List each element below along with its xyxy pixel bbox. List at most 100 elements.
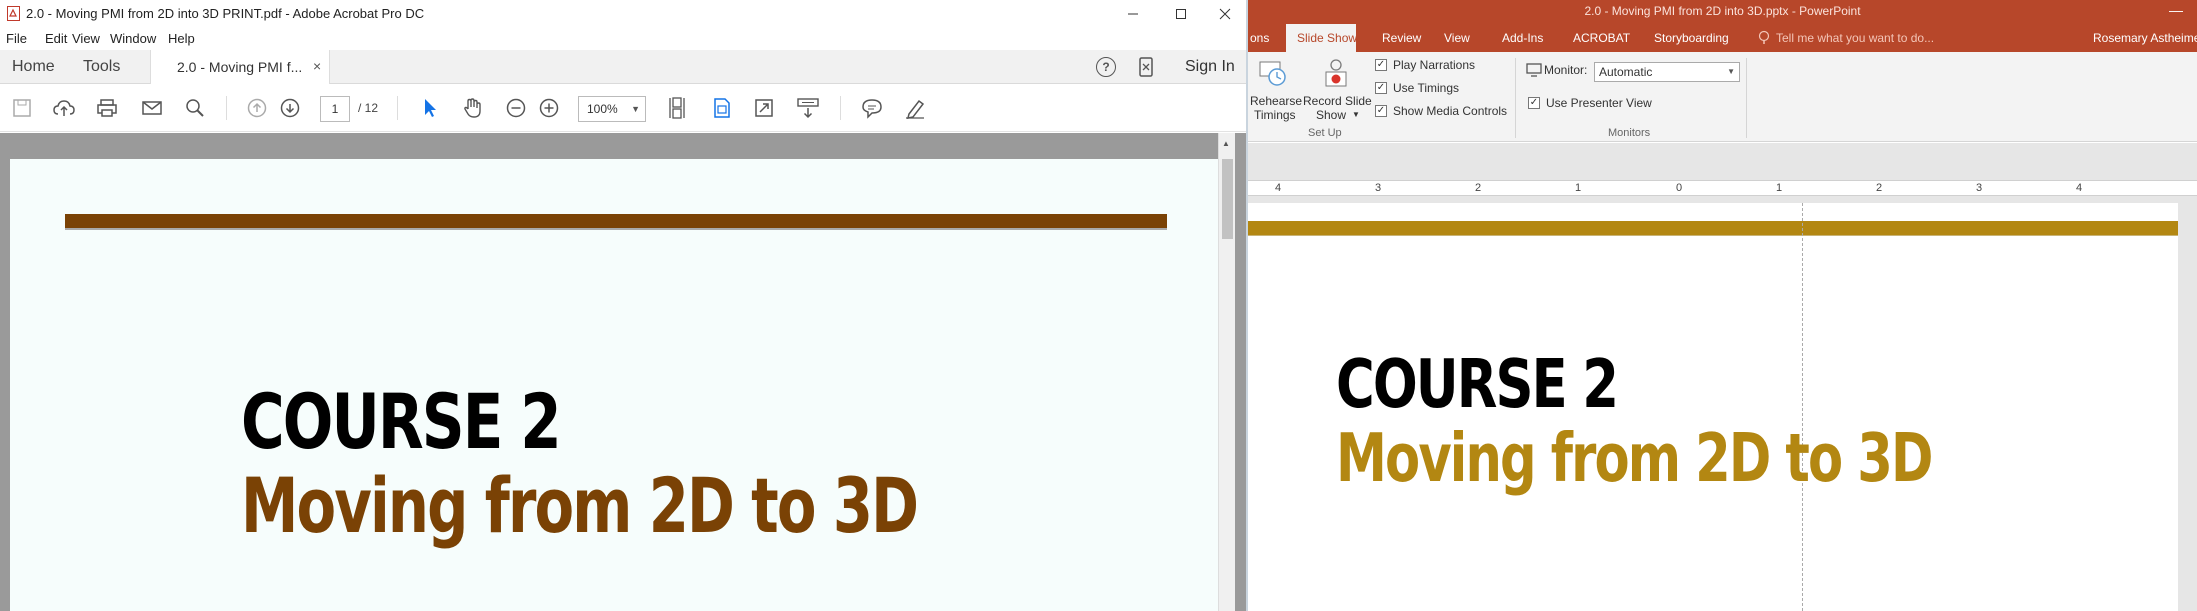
vertical-scrollbar[interactable]: ▲	[1218, 133, 1235, 611]
acrobat-toolbar: 1 / 12 100% ▼	[0, 84, 1248, 132]
tab-document[interactable]: 2.0 - Moving PMI f... ×	[150, 50, 330, 84]
select-tool-button[interactable]	[418, 96, 442, 120]
ribbon-group-divider	[1515, 58, 1516, 138]
setup-group-label: Set Up	[1308, 127, 1342, 139]
tab-tools[interactable]: Tools	[83, 58, 120, 76]
cloud-upload-icon	[53, 100, 75, 116]
slide-scrollbar[interactable]	[2178, 203, 2197, 611]
record-label-1: Record Slide	[1303, 94, 1372, 108]
slide-subtitle: Moving from 2D to 3D	[241, 461, 919, 551]
tab-home[interactable]: Home	[12, 58, 55, 76]
ribbon-group-divider	[1746, 58, 1747, 138]
arrow-down-circle-icon	[280, 98, 300, 118]
single-page-button[interactable]	[710, 96, 734, 120]
tab-review[interactable]: Review	[1382, 31, 1421, 45]
lightbulb-icon	[1758, 30, 1770, 44]
chevron-down-icon: ▼	[1727, 67, 1735, 76]
menu-window[interactable]: Window	[110, 31, 156, 46]
rehearse-label-2: Timings	[1254, 108, 1296, 122]
close-tab-icon[interactable]: ×	[313, 58, 321, 74]
show-media-controls-checkbox[interactable]: ✓	[1375, 105, 1387, 117]
scroll-tool-button[interactable]	[796, 96, 820, 120]
mobile-link-icon[interactable]	[1137, 57, 1155, 77]
keyboard-scroll-icon	[797, 98, 819, 119]
pdf-page: COURSE 2 Moving from 2D to 3D	[10, 159, 1220, 611]
monitor-select[interactable]: Automatic ▼	[1594, 62, 1740, 82]
play-narrations-label: Play Narrations	[1393, 58, 1476, 72]
search-button[interactable]	[183, 96, 207, 120]
zoom-out-button[interactable]	[504, 96, 528, 120]
slide-title-bar	[65, 214, 1167, 228]
ruler-tick-label: 1	[1575, 182, 1582, 194]
pdf-app-icon	[7, 6, 20, 21]
slide-canvas[interactable]: COURSE 2 Moving from 2D to 3D	[1248, 203, 2178, 611]
ruler-tick-label: 3	[1375, 182, 1382, 194]
tab-animations-partial[interactable]: ons	[1250, 31, 1269, 45]
slide-center-guide	[1802, 203, 1803, 611]
slide-title-bar-shadow	[65, 228, 1167, 230]
ruler-tick-label: 2	[1475, 182, 1482, 194]
menu-view[interactable]: View	[72, 31, 100, 46]
menu-edit[interactable]: Edit	[45, 31, 67, 46]
zoom-in-button[interactable]	[537, 96, 561, 120]
zoom-level-select[interactable]: 100% ▼	[578, 96, 646, 122]
full-screen-button[interactable]	[752, 96, 776, 120]
sign-in-link[interactable]: Sign In	[1185, 58, 1235, 76]
plus-circle-icon	[539, 98, 559, 118]
save-button[interactable]	[10, 96, 34, 120]
slide-course-heading[interactable]: COURSE 2	[1336, 345, 1619, 423]
show-media-controls-label: Show Media Controls	[1393, 104, 1508, 118]
tab-slide-show[interactable]: Slide Show	[1286, 24, 1357, 52]
highlight-button[interactable]	[903, 96, 927, 120]
document-tab-label: 2.0 - Moving PMI f...	[177, 59, 303, 75]
hand-tool-button[interactable]	[460, 96, 484, 120]
slide-show-ribbon: Rehearse Timings Record Slide Show ▼ ✓ P…	[1248, 52, 2197, 142]
minimize-button[interactable]	[1110, 0, 1156, 28]
help-icon[interactable]: ?	[1096, 57, 1116, 77]
cursor-arrow-icon	[425, 99, 436, 117]
comment-button[interactable]	[860, 96, 884, 120]
record-icon	[1325, 59, 1347, 87]
ruler-tick-label: 4	[2076, 182, 2083, 194]
page-total: / 12	[358, 101, 379, 115]
menu-file[interactable]: File	[6, 31, 27, 46]
arrow-up-circle-icon	[247, 98, 267, 118]
ruler-tick-label: 0	[1676, 182, 1683, 194]
use-presenter-view-checkbox[interactable]: ✓	[1528, 97, 1540, 109]
tab-storyboarding[interactable]: Storyboarding	[1654, 31, 1729, 45]
email-button[interactable]	[140, 96, 164, 120]
acrobat-tab-bar: Home Tools 2.0 - Moving PMI f... × ? Sig…	[0, 50, 1248, 84]
record-slide-show-button[interactable]	[1320, 56, 1352, 90]
scroll-up-icon[interactable]: ▲	[1222, 139, 1230, 148]
minimize-icon[interactable]: —	[2169, 2, 2183, 18]
next-page-button[interactable]	[278, 96, 302, 120]
slide-subtitle[interactable]: Moving from 2D to 3D	[1336, 419, 1933, 497]
page-number-input[interactable]: 1	[320, 96, 350, 122]
use-timings-checkbox[interactable]: ✓	[1375, 82, 1387, 94]
monitors-group-label: Monitors	[1608, 127, 1651, 139]
document-viewport[interactable]: COURSE 2 Moving from 2D to 3D	[0, 133, 1248, 611]
powerpoint-window-title: 2.0 - Moving PMI from 2D into 3D.pptx - …	[1584, 4, 1861, 18]
expand-icon	[755, 99, 773, 117]
ruler-tick-label: 1	[1776, 182, 1783, 194]
monitor-label: Monitor:	[1544, 63, 1588, 77]
close-window-button[interactable]	[1202, 0, 1248, 28]
tab-acrobat[interactable]: ACROBAT	[1573, 31, 1630, 45]
rehearse-timings-button[interactable]	[1258, 58, 1288, 88]
record-dropdown-icon[interactable]: ▼	[1352, 110, 1360, 119]
slide-course-heading: COURSE 2	[241, 377, 562, 467]
tab-view[interactable]: View	[1444, 31, 1470, 45]
maximize-button[interactable]	[1158, 0, 1204, 28]
previous-page-button[interactable]	[245, 96, 269, 120]
play-narrations-checkbox[interactable]: ✓	[1375, 59, 1387, 71]
powerpoint-window: 2.0 - Moving PMI from 2D into 3D.pptx - …	[1248, 0, 2197, 611]
tell-me-search[interactable]: Tell me what you want to do...	[1776, 31, 1934, 45]
user-name[interactable]: Rosemary Astheimer	[2093, 31, 2197, 45]
ruler-tick-label: 2	[1876, 182, 1883, 194]
menu-help[interactable]: Help	[168, 31, 195, 46]
tab-add-ins[interactable]: Add-Ins	[1502, 31, 1543, 45]
upload-button[interactable]	[52, 96, 76, 120]
scrollbar-thumb[interactable]	[1222, 159, 1233, 239]
fit-page-button[interactable]	[665, 96, 689, 120]
print-button[interactable]	[95, 96, 119, 120]
